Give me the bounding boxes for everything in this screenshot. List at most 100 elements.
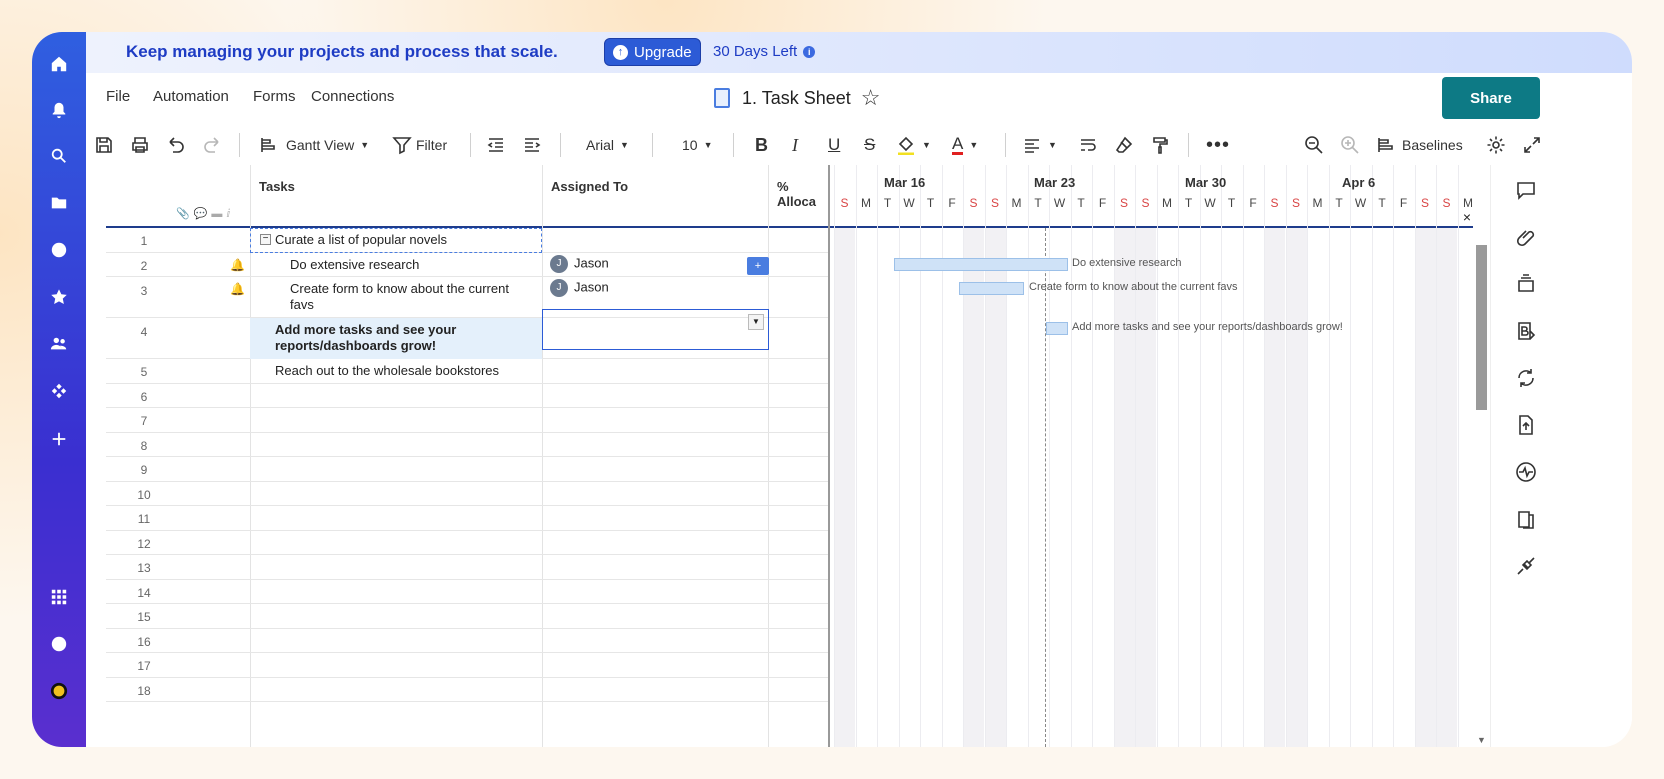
reports-icon[interactable]: [1515, 508, 1537, 530]
scrollbar-thumb[interactable]: [1476, 245, 1487, 410]
gantt-bar[interactable]: [959, 282, 1024, 295]
chevron-down-icon: ▼: [922, 140, 931, 150]
connector-plug-icon[interactable]: [1515, 555, 1537, 577]
text-color-icon[interactable]: A ▼: [952, 133, 978, 157]
sync-icon[interactable]: [1515, 367, 1537, 389]
activity-icon[interactable]: [1515, 461, 1537, 483]
clock-icon[interactable]: [45, 236, 73, 264]
baselines-button[interactable]: Baselines: [1376, 133, 1463, 157]
table-row[interactable]: 18: [106, 678, 828, 702]
wrap-text-icon[interactable]: [1078, 133, 1098, 157]
info-icon[interactable]: i: [803, 46, 816, 58]
column-header-assigned[interactable]: Assigned To: [551, 179, 628, 194]
task-name[interactable]: Do extensive research: [290, 257, 522, 273]
outdent-icon[interactable]: [486, 133, 506, 157]
menu-file[interactable]: File: [106, 88, 130, 105]
task-name[interactable]: Reach out to the wholesale bookstores: [275, 363, 522, 379]
format-painter-icon[interactable]: [1150, 133, 1170, 157]
scroll-down-icon[interactable]: ▼: [1477, 735, 1486, 745]
gantt-bar[interactable]: [894, 258, 1068, 271]
table-row[interactable]: 8: [106, 433, 828, 457]
help-icon[interactable]: [45, 630, 73, 658]
menu-connections[interactable]: Connections: [311, 88, 394, 105]
table-row[interactable]: 14: [106, 580, 828, 604]
task-name[interactable]: Add more tasks and see your reports/dash…: [275, 322, 522, 354]
upgrade-button[interactable]: ↑ Upgrade: [604, 38, 701, 66]
apps-grid-icon[interactable]: [45, 583, 73, 611]
folder-icon[interactable]: [45, 189, 73, 217]
table-row[interactable]: 13: [106, 555, 828, 580]
table-row[interactable]: 7: [106, 408, 828, 433]
users-icon[interactable]: [45, 330, 73, 358]
table-row[interactable]: 16: [106, 629, 828, 653]
share-button[interactable]: Share: [1442, 77, 1540, 119]
table-row[interactable]: 10: [106, 482, 828, 506]
print-icon[interactable]: [130, 133, 150, 157]
zoom-out-icon[interactable]: [1304, 133, 1324, 157]
font-size-dropdown[interactable]: 10 ▼: [682, 133, 713, 157]
card-stack-icon[interactable]: [1515, 273, 1537, 295]
table-row[interactable]: 12: [106, 531, 828, 555]
task-name[interactable]: Create form to know about the current fa…: [290, 281, 522, 313]
undo-icon[interactable]: [166, 133, 186, 157]
favorite-star-icon[interactable]: ☆: [861, 85, 881, 111]
indent-icon[interactable]: [522, 133, 542, 157]
strikethrough-icon[interactable]: S: [864, 133, 875, 157]
column-header-tasks[interactable]: Tasks: [259, 179, 295, 194]
table-row[interactable]: 2 🔔 Do extensive research J Jason: [106, 253, 828, 277]
gantt-gridline: [1135, 165, 1136, 747]
table-row[interactable]: 11: [106, 506, 828, 531]
filter-button[interactable]: Filter: [392, 133, 447, 157]
assignee-cell[interactable]: J Jason: [550, 255, 609, 273]
more-icon[interactable]: •••: [1206, 133, 1230, 157]
zoom-in-icon[interactable]: [1340, 133, 1360, 157]
toolbar: Gantt View ▼ Filter Arial ▼ 10 ▼ B I U S ▼ …: [86, 125, 1632, 165]
star-icon[interactable]: [45, 283, 73, 311]
attachment-icon[interactable]: [1515, 226, 1537, 248]
column-header-allocation[interactable]: % Alloca: [777, 179, 828, 209]
file-upload-icon[interactable]: [1515, 414, 1537, 436]
align-icon[interactable]: ▼: [1022, 133, 1057, 157]
vertical-scrollbar[interactable]: ▼: [1473, 165, 1490, 747]
menu-automation[interactable]: Automation: [153, 88, 229, 105]
menu-forms[interactable]: Forms: [253, 88, 296, 105]
table-row[interactable]: 15: [106, 604, 828, 629]
fill-color-icon[interactable]: ▼: [896, 133, 931, 157]
reminder-bell-icon[interactable]: 🔔: [230, 258, 245, 272]
table-row[interactable]: 6: [106, 384, 828, 408]
dropdown-toggle-icon[interactable]: ▼: [748, 314, 764, 330]
home-icon[interactable]: [45, 50, 73, 78]
eraser-icon[interactable]: [1114, 133, 1134, 157]
comments-icon[interactable]: [1515, 179, 1537, 201]
table-row[interactable]: 17: [106, 653, 828, 678]
redo-icon[interactable]: [202, 133, 222, 157]
search-icon[interactable]: [45, 142, 73, 170]
bookmark-b-icon[interactable]: [1515, 320, 1537, 342]
gantt-view-label: Gantt View: [286, 137, 355, 153]
profile-badge-icon[interactable]: [45, 677, 73, 705]
settings-gear-icon[interactable]: [1486, 133, 1506, 157]
active-cell[interactable]: [542, 309, 769, 350]
document-title[interactable]: 1. Task Sheet: [742, 88, 851, 109]
day-label: T: [926, 196, 935, 210]
font-family-dropdown[interactable]: Arial ▼: [586, 133, 629, 157]
save-icon[interactable]: [94, 133, 114, 157]
integrations-icon[interactable]: [45, 377, 73, 405]
underline-icon[interactable]: U: [828, 133, 840, 157]
bold-icon[interactable]: B: [755, 133, 768, 157]
day-label: T: [1335, 196, 1343, 210]
close-icon[interactable]: ×: [1463, 209, 1471, 225]
table-row[interactable]: 5 Reach out to the wholesale bookstores: [106, 359, 828, 384]
italic-icon[interactable]: I: [792, 133, 798, 157]
assignee-cell[interactable]: J Jason: [550, 279, 609, 297]
bell-icon[interactable]: [45, 96, 73, 124]
gantt-bar[interactable]: [1046, 322, 1068, 335]
table-row[interactable]: 9: [106, 457, 828, 482]
gantt-view-dropdown[interactable]: Gantt View ▼: [258, 133, 369, 157]
add-icon[interactable]: [45, 425, 73, 453]
comment-add-icon[interactable]: +: [747, 257, 769, 275]
row-number: 9: [140, 463, 148, 477]
gantt-gridline: [1328, 165, 1330, 747]
expand-icon[interactable]: [1522, 133, 1542, 157]
reminder-bell-icon[interactable]: 🔔: [230, 282, 245, 296]
